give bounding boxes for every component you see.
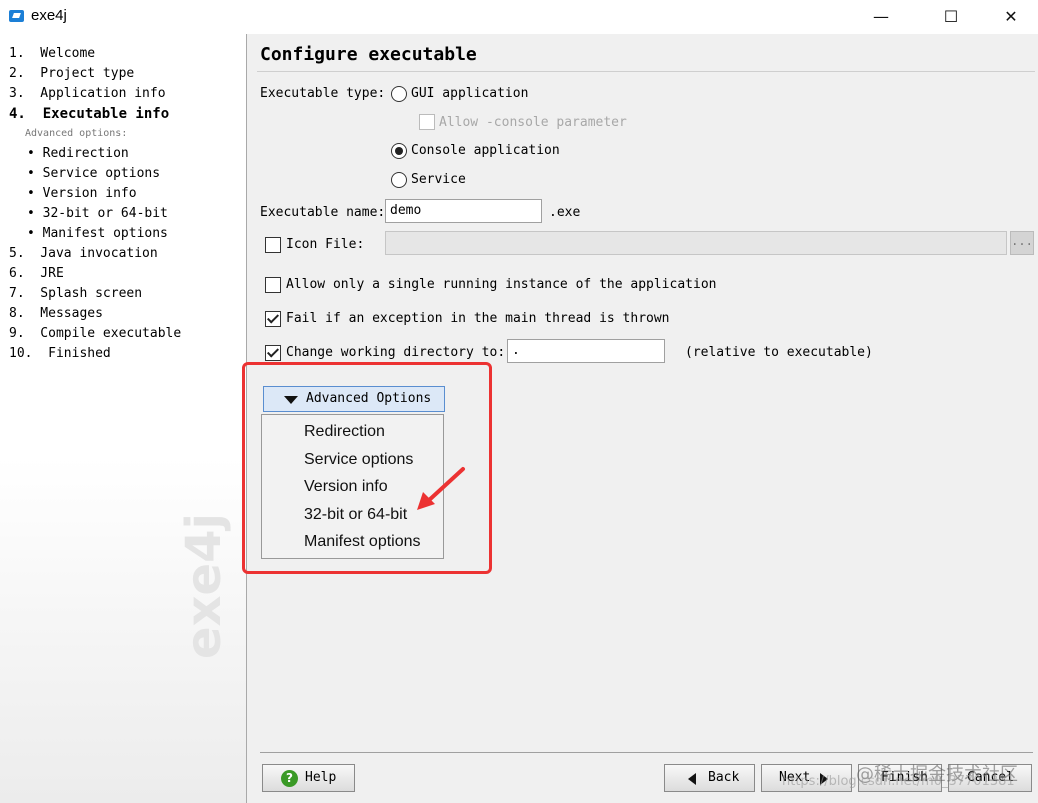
step-version-info[interactable]: • Version info bbox=[9, 184, 181, 204]
step-java-invocation[interactable]: 5. Java invocation bbox=[9, 244, 181, 264]
exe4j-logo: exe4j bbox=[176, 513, 232, 659]
step-splash-screen[interactable]: 7. Splash screen bbox=[9, 284, 181, 304]
title-bar: exe4j — ☐ ✕ bbox=[0, 0, 1038, 34]
single-instance-label[interactable]: Allow only a single running instance of … bbox=[286, 277, 716, 292]
exe-suffix: .exe bbox=[549, 205, 581, 220]
step-redirection[interactable]: • Redirection bbox=[9, 144, 181, 164]
back-button-label: Back bbox=[708, 770, 740, 785]
app-icon bbox=[9, 10, 24, 22]
icon-browse-button[interactable]: ... bbox=[1010, 231, 1034, 255]
single-instance-checkbox[interactable] bbox=[265, 277, 281, 293]
help-button[interactable]: ? Help bbox=[262, 764, 355, 792]
change-dir-label[interactable]: Change working directory to: bbox=[286, 345, 505, 360]
fail-exception-checkbox[interactable] bbox=[265, 311, 281, 327]
help-button-label: Help bbox=[305, 770, 337, 785]
minimize-button[interactable]: — bbox=[858, 0, 904, 34]
console-application-label[interactable]: Console application bbox=[411, 143, 560, 158]
icon-file-checkbox[interactable] bbox=[265, 237, 281, 253]
gui-application-radio[interactable] bbox=[391, 86, 407, 102]
step-list: 1. Welcome 2. Project type 3. Applicatio… bbox=[9, 44, 181, 364]
service-label[interactable]: Service bbox=[411, 172, 466, 187]
arrow-left-icon bbox=[688, 773, 696, 785]
page-title: Configure executable bbox=[260, 44, 477, 65]
icon-file-label: Icon File: bbox=[286, 237, 365, 252]
step-manifest-options[interactable]: • Manifest options bbox=[9, 224, 181, 244]
change-dir-checkbox[interactable] bbox=[265, 345, 281, 361]
step-compile-executable[interactable]: 9. Compile executable bbox=[9, 324, 181, 344]
step-32-or-64-bit[interactable]: • 32-bit or 64-bit bbox=[9, 204, 181, 224]
working-dir-input[interactable]: . bbox=[507, 339, 665, 363]
steps-sidebar: 1. Welcome 2. Project type 3. Applicatio… bbox=[0, 34, 247, 803]
step-project-type[interactable]: 2. Project type bbox=[9, 64, 181, 84]
relative-label: (relative to executable) bbox=[685, 345, 873, 360]
window-title: exe4j bbox=[31, 7, 67, 24]
gui-application-label[interactable]: GUI application bbox=[411, 86, 528, 101]
service-radio[interactable] bbox=[391, 172, 407, 188]
allow-console-checkbox[interactable] bbox=[419, 114, 435, 130]
annotation-arrow-icon bbox=[417, 467, 465, 510]
footer-divider bbox=[260, 752, 1033, 753]
fail-exception-label[interactable]: Fail if an exception in the main thread … bbox=[286, 311, 670, 326]
step-service-options[interactable]: • Service options bbox=[9, 164, 181, 184]
watermark-url: https://blog.csdn.net/m0_37701381 bbox=[782, 774, 1015, 789]
step-welcome[interactable]: 1. Welcome bbox=[9, 44, 181, 64]
maximize-button[interactable]: ☐ bbox=[928, 0, 974, 34]
icon-file-input[interactable] bbox=[385, 231, 1007, 255]
step-messages[interactable]: 8. Messages bbox=[9, 304, 181, 324]
step-application-info[interactable]: 3. Application info bbox=[9, 84, 181, 104]
help-icon: ? bbox=[281, 770, 298, 787]
step-jre[interactable]: 6. JRE bbox=[9, 264, 181, 284]
executable-type-label: Executable type: bbox=[260, 86, 386, 101]
back-button[interactable]: Back bbox=[664, 764, 755, 792]
close-button[interactable]: ✕ bbox=[988, 0, 1034, 34]
executable-name-input[interactable]: demo bbox=[385, 199, 542, 223]
console-application-radio[interactable] bbox=[391, 143, 407, 159]
executable-name-label: Executable name: bbox=[260, 205, 386, 220]
title-divider bbox=[257, 71, 1035, 72]
allow-console-label: Allow -console parameter bbox=[439, 115, 627, 130]
step-executable-info[interactable]: 4. Executable info bbox=[9, 104, 181, 124]
step-finished[interactable]: 10. Finished bbox=[9, 344, 181, 364]
advanced-options-heading: Advanced options: bbox=[25, 128, 128, 139]
